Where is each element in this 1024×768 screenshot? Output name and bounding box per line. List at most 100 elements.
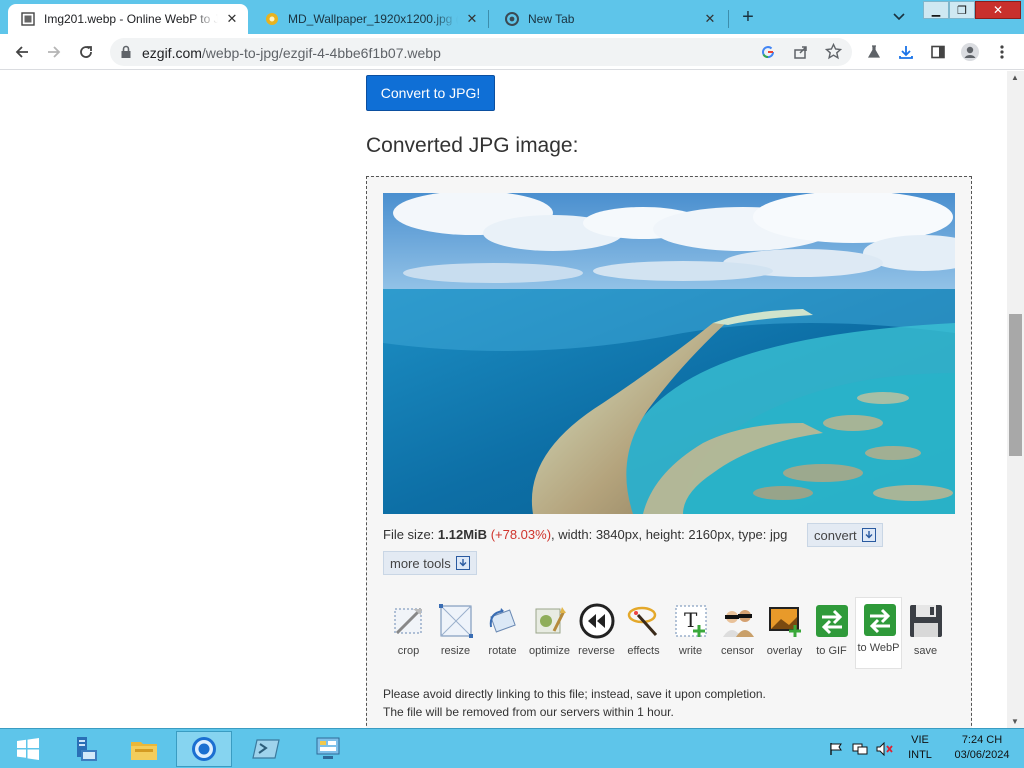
page-icon (20, 11, 36, 27)
side-panel-icon[interactable] (926, 40, 950, 64)
rotate-icon (483, 601, 523, 641)
file-size-value: 1.12MiB (437, 527, 488, 542)
back-button[interactable] (10, 40, 34, 64)
tab-separator (488, 10, 489, 28)
tab-new-tab[interactable]: New Tab ✕ (492, 4, 726, 34)
tool-effects[interactable]: effects (620, 597, 667, 669)
tool-label: effects (627, 645, 660, 657)
tab-title: MD_Wallpaper_1920x1200.jpg (1920x1200) (288, 12, 458, 26)
network-icon[interactable] (850, 729, 870, 768)
file-dimensions: , width: 3840px, height: 2160px, type: j… (551, 527, 788, 542)
reload-button[interactable] (74, 40, 98, 64)
close-icon[interactable]: ✕ (464, 11, 480, 27)
tool-save[interactable]: save (902, 597, 949, 669)
tool-label: censor (720, 645, 755, 657)
resize-icon (436, 601, 476, 641)
tab-strip: Img201.webp - Online WebP to JPG ✕ MD_Wa… (0, 0, 1024, 34)
window-controls: ▁ ❐ ✕ (923, 0, 1021, 20)
notice-line: The file will be removed from our server… (383, 705, 674, 719)
powershell-icon[interactable] (238, 731, 294, 767)
lock-icon[interactable] (120, 45, 132, 64)
tab-img201[interactable]: Img201.webp - Online WebP to JPG ✕ (8, 4, 248, 34)
effects-icon (624, 601, 664, 641)
to-webp-icon (860, 600, 900, 640)
address-bar[interactable]: ezgif.com/webp-to-jpg/ezgif-4-4bbe6f1b07… (110, 38, 852, 66)
optimize-icon (530, 601, 570, 641)
tool-resize[interactable]: resize (432, 597, 479, 669)
svg-text:T: T (684, 608, 698, 632)
scroll-up-arrow-icon[interactable]: ▲ (1011, 73, 1019, 82)
minimize-button[interactable]: ▁ (923, 1, 949, 19)
file-notice: Please avoid directly linking to this fi… (383, 685, 766, 721)
system-clock[interactable]: 7:24 CH 03/06/2024 (942, 733, 1022, 763)
close-window-button[interactable]: ✕ (975, 1, 1021, 19)
chrome-taskbar-icon[interactable] (176, 731, 232, 767)
tool-label: save (913, 645, 938, 657)
new-tab-button[interactable]: + (736, 6, 760, 30)
google-translate-icon[interactable] (760, 44, 776, 65)
scroll-down-arrow-icon[interactable]: ▼ (1011, 717, 1019, 726)
tool-censor[interactable]: censor (714, 597, 761, 669)
more-tools-button[interactable]: more tools (383, 551, 477, 575)
bookmark-star-icon[interactable] (824, 42, 843, 65)
tab-title: New Tab (528, 12, 575, 26)
tool-crop[interactable]: crop (385, 597, 432, 669)
dropdown-arrow-icon (455, 556, 470, 570)
tab-search-chevron-icon[interactable] (888, 6, 910, 28)
close-icon[interactable]: ✕ (702, 11, 718, 27)
clock-time: 7:24 CH (961, 734, 1003, 746)
convert-menu-button[interactable]: convert (807, 523, 883, 547)
volume-muted-icon[interactable] (874, 729, 896, 768)
tool-label: rotate (488, 645, 517, 657)
close-icon[interactable]: ✕ (224, 11, 240, 27)
tool-write[interactable]: T write (667, 597, 714, 669)
file-size-label: File size: (383, 527, 435, 542)
page-scrollbar[interactable]: ▲ ▼ (1007, 71, 1024, 728)
url-host: ezgif.com (142, 45, 202, 61)
maximize-button[interactable]: ❐ (949, 1, 975, 19)
converted-image-box: File size: 1.12MiB (+78.03%), width: 384… (366, 176, 972, 728)
browser-toolbar: ezgif.com/webp-to-jpg/ezgif-4-4bbe6f1b07… (0, 34, 1024, 70)
censor-icon (718, 601, 758, 641)
tool-to-webp[interactable]: to WebP (855, 597, 902, 669)
tab-md-wallpaper[interactable]: MD_Wallpaper_1920x1200.jpg (1920x1200) ✕ (252, 4, 488, 34)
tool-reverse[interactable]: reverse (573, 597, 620, 669)
dropdown-arrow-icon (861, 528, 876, 542)
save-icon (906, 601, 946, 641)
labs-flask-icon[interactable] (862, 40, 886, 64)
convert-label: convert (814, 527, 857, 543)
notice-line: Please avoid directly linking to this fi… (383, 687, 766, 701)
section-title: Converted JPG image: (366, 134, 579, 157)
tool-rotate[interactable]: rotate (479, 597, 526, 669)
image-file-icon (264, 11, 280, 27)
control-panel-icon[interactable] (300, 731, 356, 767)
tool-to-gif[interactable]: to GIF (808, 597, 855, 669)
reverse-icon (577, 601, 617, 641)
kebab-menu-icon[interactable] (990, 40, 1014, 64)
url-text: ezgif.com/webp-to-jpg/ezgif-4-4bbe6f1b07… (142, 45, 441, 61)
keyboard-layout: INTL (908, 749, 932, 761)
tool-overlay[interactable]: overlay (761, 597, 808, 669)
forward-button[interactable] (42, 40, 66, 64)
tool-label: crop (397, 645, 420, 657)
tab-separator (728, 10, 729, 28)
input-language[interactable]: VIE INTL (900, 733, 940, 763)
download-icon[interactable] (894, 40, 918, 64)
tool-label: resize (440, 645, 471, 657)
convert-to-jpg-button[interactable]: Convert to JPG! (366, 75, 495, 111)
language-code: VIE (911, 734, 929, 746)
start-button[interactable] (0, 731, 56, 767)
write-icon: T (671, 601, 711, 641)
share-icon[interactable] (793, 44, 809, 65)
tool-label: to WebP (857, 642, 900, 654)
tool-label: overlay (766, 645, 803, 657)
tool-optimize[interactable]: optimize (526, 597, 573, 669)
file-explorer-icon[interactable] (116, 731, 172, 767)
profile-avatar-icon[interactable] (958, 40, 982, 64)
server-manager-icon[interactable] (56, 731, 112, 767)
tool-label: to GIF (816, 645, 847, 657)
more-tools-label: more tools (390, 555, 451, 571)
action-center-flag-icon[interactable] (826, 729, 846, 768)
tool-label: optimize (529, 645, 570, 657)
scrollbar-thumb[interactable] (1009, 314, 1022, 456)
